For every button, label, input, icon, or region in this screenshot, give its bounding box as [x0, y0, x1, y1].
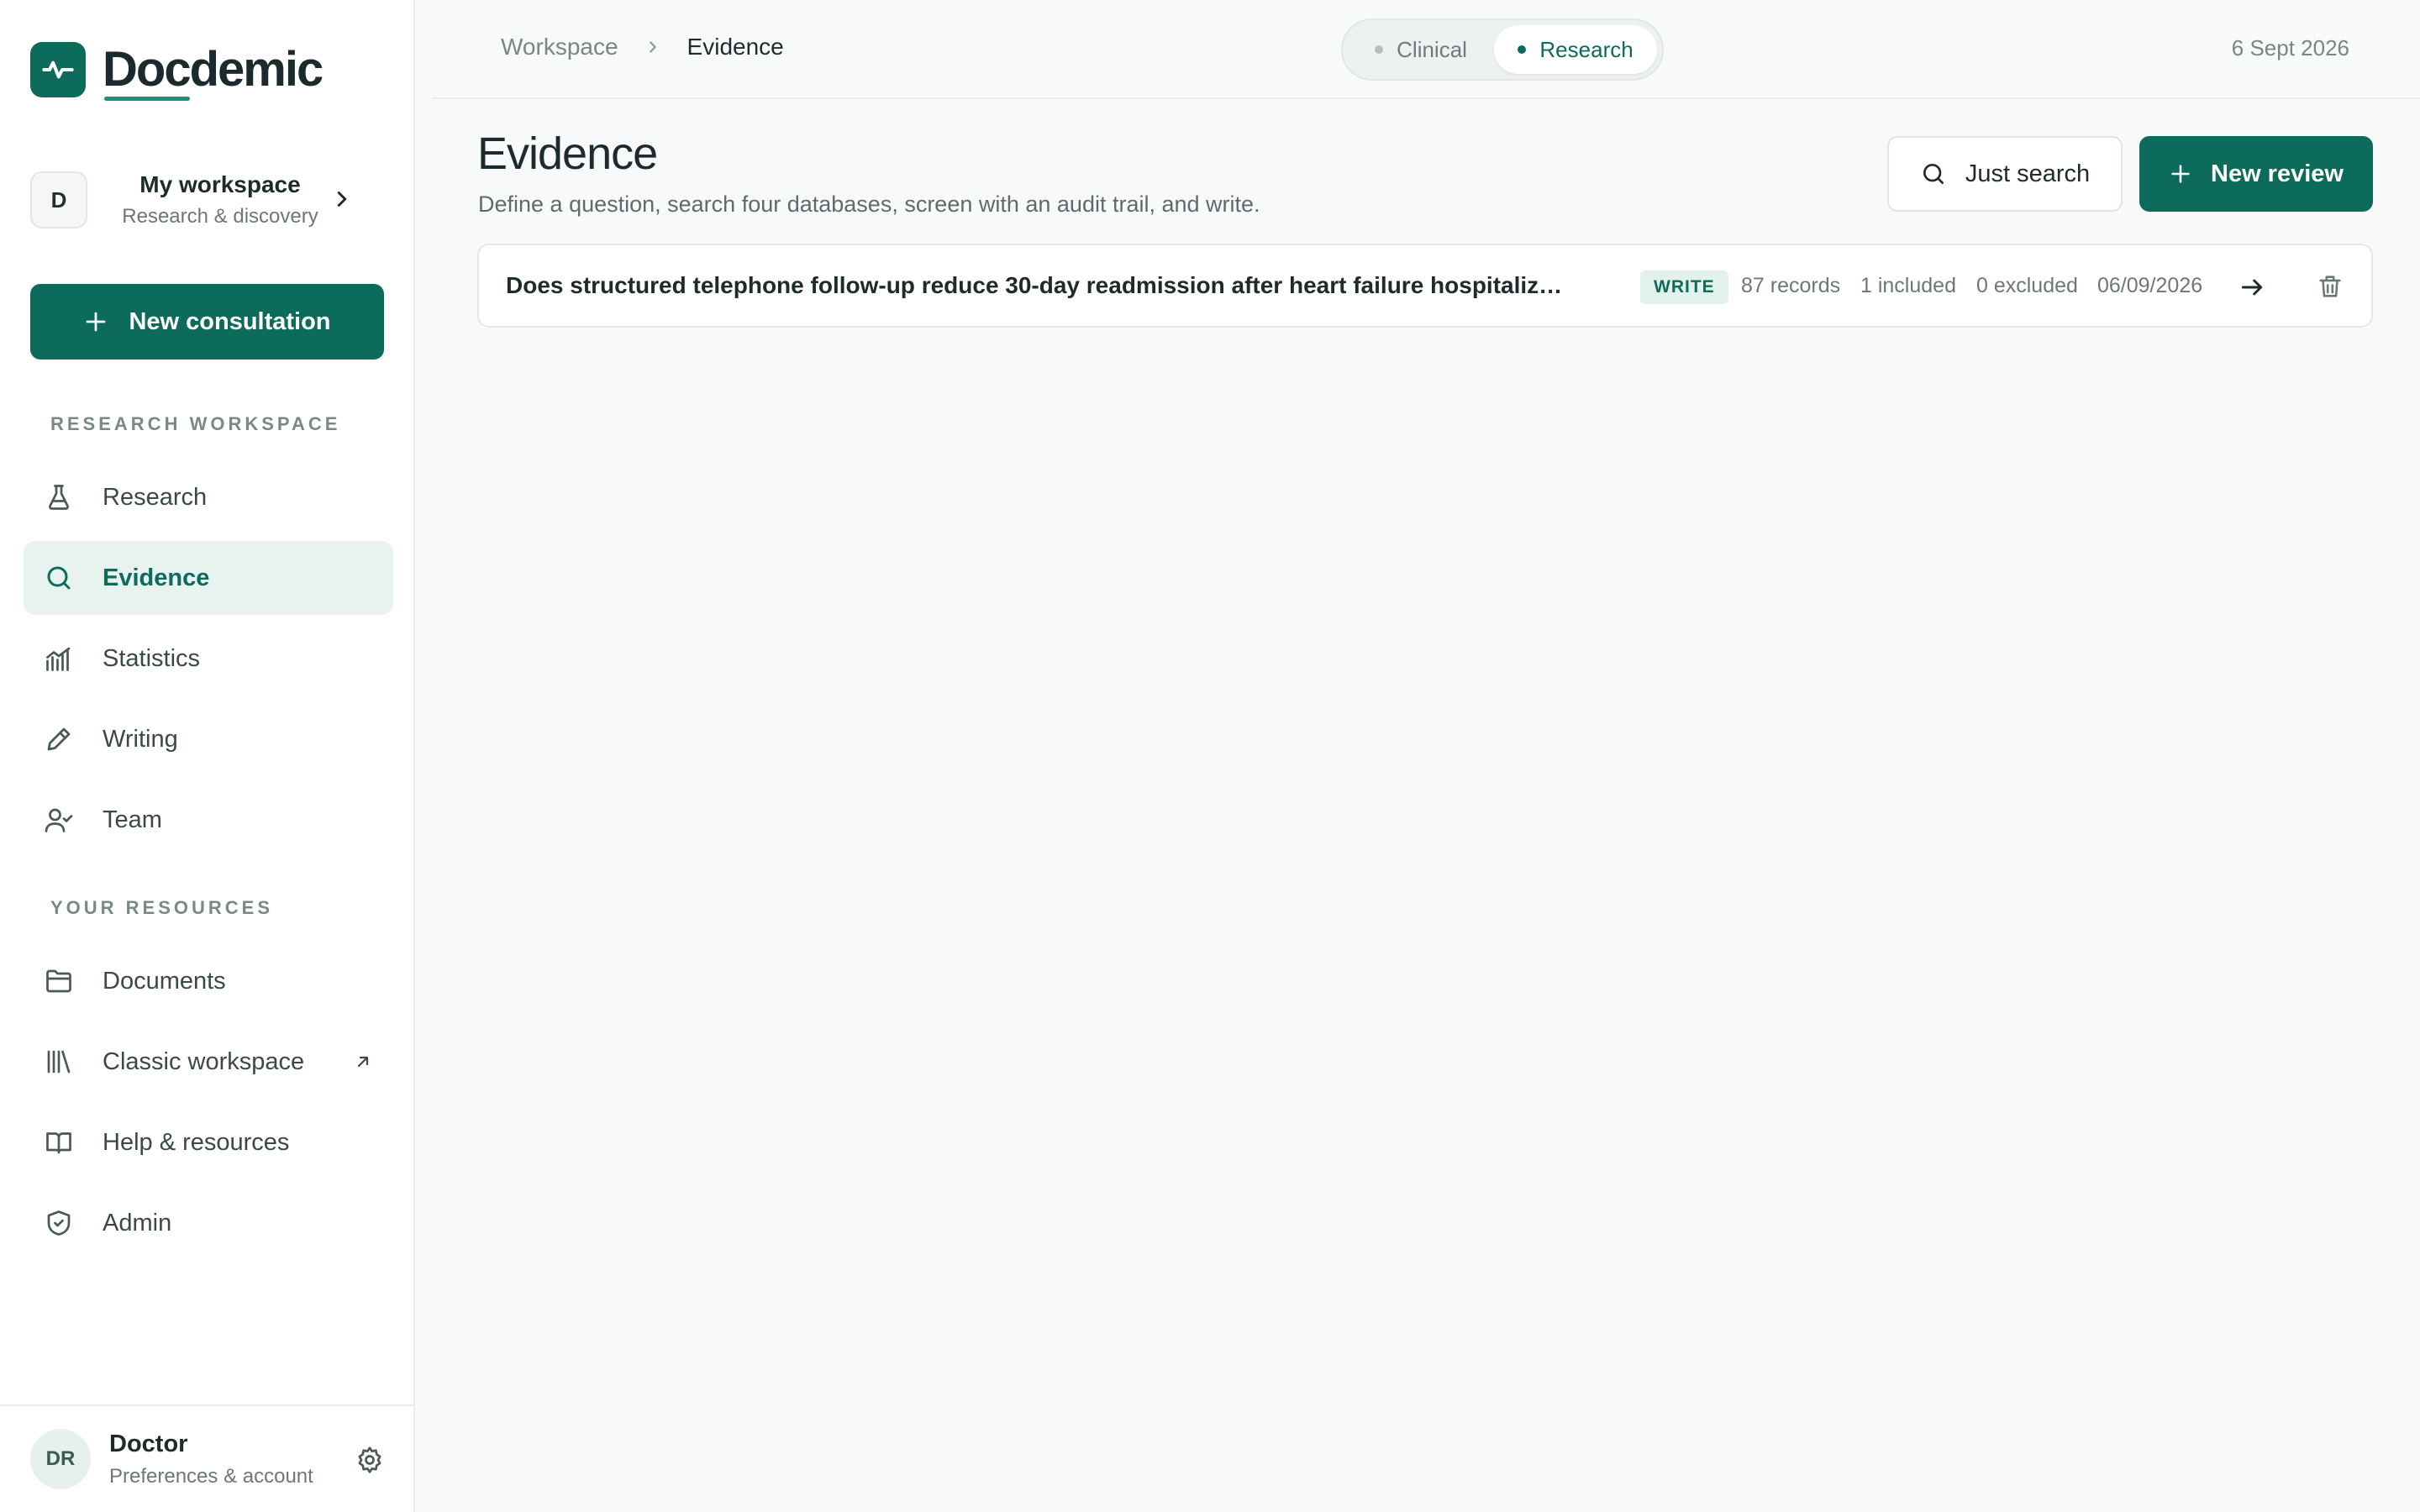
shield-icon: [47, 1210, 71, 1236]
sidebar-item-team[interactable]: Team: [24, 783, 393, 857]
chevron-right-icon: [337, 192, 347, 207]
sidebar-item-documents[interactable]: Documents: [24, 944, 393, 1018]
sidebar-item-writing[interactable]: Writing: [24, 702, 393, 776]
review-title: Does structured telephone follow-up redu…: [506, 272, 1565, 298]
mode-clinical-label: Clinical: [1397, 36, 1467, 62]
sidebar-item-label: Statistics: [103, 644, 201, 672]
sidebar-item-research[interactable]: Research: [24, 460, 393, 534]
mode-clinical-button[interactable]: Clinical: [1348, 25, 1494, 74]
workspace-avatar: D: [30, 171, 87, 228]
sidebar-item-label: Research: [103, 483, 208, 511]
plus-icon: [2171, 165, 2190, 183]
page-title: Evidence: [477, 129, 658, 179]
brand-name: Docdemic: [103, 42, 324, 101]
brand-logo[interactable]: Docdemic: [30, 42, 324, 101]
resources-section-label: YOUR RESOURCES: [50, 897, 274, 918]
current-date: 6 Sept 2026: [2231, 35, 2349, 60]
external-link-icon: [357, 1056, 369, 1068]
pulse-icon: [30, 42, 86, 97]
sidebar-item-help[interactable]: Help & resources: [24, 1105, 393, 1179]
review-date: 06/09/2026: [2097, 274, 2203, 297]
status-badge: WRITE: [1640, 270, 1728, 304]
review-included-count: 1 included: [1860, 274, 1956, 297]
chart-icon: [46, 647, 71, 671]
gear-icon[interactable]: [355, 1445, 385, 1475]
flask-icon: [49, 485, 69, 510]
sidebar-item-label: Help & resources: [103, 1128, 290, 1156]
status-dot: [1375, 45, 1384, 54]
trash-icon[interactable]: [2316, 272, 2344, 301]
just-search-button[interactable]: Just search: [1887, 136, 2123, 212]
search-icon: [47, 566, 71, 590]
pen-icon: [47, 727, 71, 751]
search-icon: [1923, 164, 1944, 184]
review-records-count: 87 records: [1741, 274, 1841, 297]
sidebar-item-classic-workspace[interactable]: Classic workspace: [24, 1025, 393, 1099]
sidebar-item-label: Documents: [103, 967, 226, 995]
sidebar-item-statistics[interactable]: Statistics: [24, 622, 393, 696]
sidebar-item-label: Admin: [103, 1209, 172, 1236]
sidebar-item-label: Classic workspace: [103, 1047, 305, 1075]
just-search-label: Just search: [1965, 160, 2091, 187]
folder-icon: [46, 969, 71, 993]
sidebar-item-label: Team: [103, 806, 162, 833]
book-icon: [46, 1132, 71, 1154]
breadcrumb: Workspace Evidence: [501, 34, 784, 60]
workspace-switcher[interactable]: D My workspace Research & discovery: [30, 156, 383, 244]
sidebar-item-label: Evidence: [103, 564, 210, 591]
sidebar: Docdemic D My workspace Research & disco…: [0, 0, 415, 1512]
status-dot: [1518, 45, 1527, 54]
user-subtitle: Preferences & account: [109, 1464, 313, 1488]
user-text: Doctor Preferences & account: [109, 1431, 313, 1488]
review-excluded-count: 0 excluded: [1976, 274, 2078, 297]
mode-research-button[interactable]: Research: [1494, 25, 1657, 74]
workspace-text: My workspace Research & discovery: [119, 171, 321, 228]
chevron-right-icon: [649, 41, 656, 53]
new-review-button[interactable]: New review: [2139, 136, 2373, 212]
plus-icon: [87, 312, 106, 332]
new-consultation-button[interactable]: New consultation: [30, 284, 384, 360]
new-consultation-label: New consultation: [129, 307, 331, 335]
research-section-label: RESEARCH WORKSPACE: [50, 413, 341, 434]
user-account[interactable]: DR Doctor Preferences & account: [0, 1404, 415, 1512]
mode-toggle: Clinical Research: [1341, 18, 1664, 81]
avatar: DR: [30, 1429, 91, 1489]
workspace-subtitle: Research & discovery: [122, 205, 318, 228]
review-row[interactable]: Does structured telephone follow-up redu…: [477, 244, 2373, 328]
sidebar-item-evidence[interactable]: Evidence: [24, 541, 393, 615]
breadcrumb-current: Evidence: [687, 34, 784, 60]
workspace-name: My workspace: [139, 171, 301, 197]
user-name: Doctor: [109, 1430, 188, 1457]
user-check-icon: [45, 808, 73, 832]
breadcrumb-workspace[interactable]: Workspace: [501, 34, 618, 60]
app: Docdemic D My workspace Research & disco…: [0, 0, 2420, 1512]
sidebar-item-admin[interactable]: Admin: [24, 1186, 393, 1260]
new-review-label: New review: [2211, 160, 2344, 187]
mode-research-label: Research: [1539, 36, 1634, 62]
library-icon: [47, 1050, 71, 1074]
page-subtitle: Define a question, search four databases…: [478, 192, 1260, 217]
sidebar-item-label: Writing: [103, 725, 178, 753]
arrow-right-icon[interactable]: [2238, 274, 2265, 301]
top-bar: Workspace Evidence Clinical Research 6 S…: [432, 0, 2420, 99]
